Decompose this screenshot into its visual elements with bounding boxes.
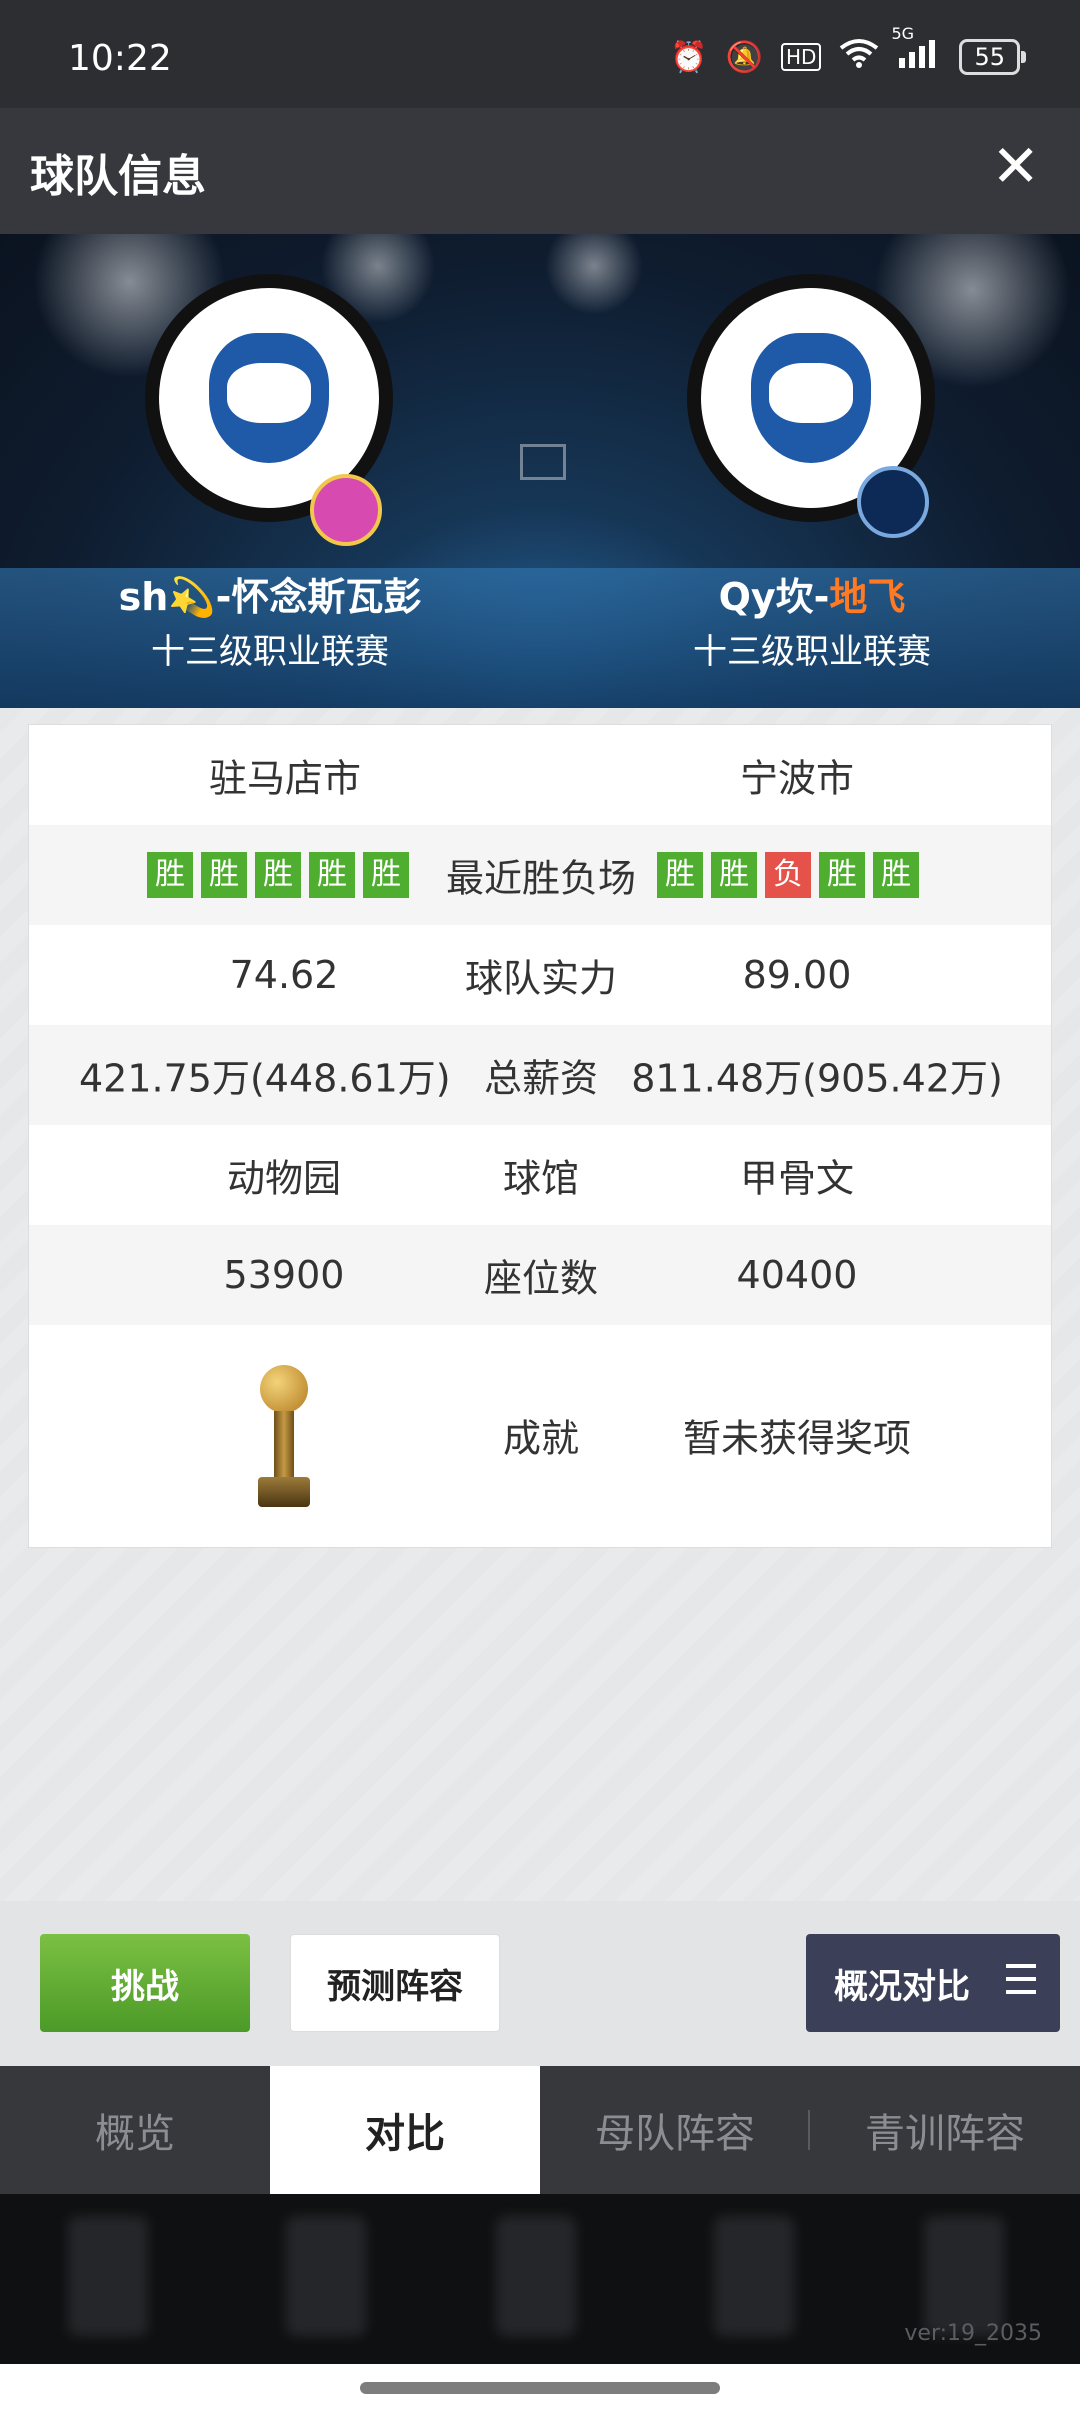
network-label: 5G [891, 24, 915, 43]
overview-compare-button[interactable]: 概况对比 [806, 1934, 1060, 2032]
away-salary: 811.48万(905.42万) [631, 1056, 1003, 1101]
salary-row: 421.75万(448.61万) 总薪资 811.48万(905.42万) [29, 1025, 1051, 1125]
away-team: Qy坎-地飞 十三级职业联赛 [612, 234, 1012, 708]
home-salary: 421.75万(448.61万) [79, 1056, 451, 1101]
result-badge: 胜 [873, 852, 919, 898]
result-badge: 胜 [201, 852, 247, 898]
signal-5g-icon: 5G [891, 24, 941, 76]
blurred-nav-item [496, 2216, 576, 2336]
away-strength: 89.00 [742, 953, 852, 997]
home-city: 驻马店市 [208, 756, 361, 801]
close-icon[interactable]: ✕ [991, 132, 1040, 200]
home-strength: 74.62 [229, 953, 339, 997]
away-team-league: 十三级职业联赛 [693, 632, 931, 672]
compare-panel: 驻马店市 宁波市 胜 胜 胜 胜 胜 最近胜负场 胜 胜 负 胜 胜 74.62… [0, 708, 1080, 1901]
away-achievement: 暂未获得奖项 [682, 1416, 911, 1461]
away-city: 宁波市 [739, 756, 854, 801]
blurred-nav-item [924, 2216, 1004, 2336]
tab-compare[interactable]: 对比 [270, 2066, 540, 2194]
home-team-league: 十三级职业联赛 [151, 632, 389, 672]
predict-lineup-button[interactable]: 预测阵容 [290, 1934, 500, 2032]
tiger-icon [209, 333, 329, 463]
dragon-icon [751, 333, 871, 463]
home-team-rank-badge-icon [310, 474, 382, 546]
away-arena: 甲骨文 [739, 1156, 854, 1201]
tab-overview[interactable]: 概览 [0, 2066, 270, 2194]
strength-row: 74.62 球队实力 89.00 [29, 925, 1051, 1025]
seats-row: 53900 座位数 40400 [29, 1225, 1051, 1325]
recent-results-label: 最近胜负场 [445, 856, 636, 901]
result-badge: 胜 [819, 852, 865, 898]
result-badge: 胜 [657, 852, 703, 898]
blurred-nav-item [68, 2216, 148, 2336]
mute-icon: 🔕 [725, 39, 763, 75]
away-seats: 40400 [736, 1253, 858, 1297]
result-badge: 胜 [309, 852, 355, 898]
team-banner: sh💫-怀念斯瓦彭 十三级职业联赛 Qy坎-地飞 十三级职业联赛 [0, 234, 1080, 708]
seats-label: 座位数 [483, 1256, 598, 1301]
achievement-row: 成就 暂未获得奖项 [29, 1325, 1051, 1545]
home-indicator[interactable] [360, 2382, 720, 2394]
result-badge: 胜 [711, 852, 757, 898]
result-badge: 胜 [255, 852, 301, 898]
blurred-nav-item [286, 2216, 366, 2336]
tab-youth-lineup[interactable]: 青训阵容 [810, 2066, 1080, 2194]
recent-results-row: 胜 胜 胜 胜 胜 最近胜负场 胜 胜 负 胜 胜 [29, 825, 1051, 925]
wifi-icon [839, 38, 879, 76]
gesture-bar[interactable] [0, 2364, 1080, 2412]
home-arena: 动物园 [226, 1156, 341, 1201]
away-team-name-text: Qy坎- [718, 575, 830, 619]
arena-label: 球馆 [502, 1156, 579, 1201]
result-badge: 胜 [363, 852, 409, 898]
away-team-name-highlight: 地飞 [829, 575, 906, 619]
strength-label: 球队实力 [464, 956, 617, 1001]
status-icons: ⏰ 🔕 HD 5G 55 [670, 24, 1026, 76]
overview-compare-label: 概况对比 [834, 1966, 970, 2007]
hd-icon: HD [781, 43, 822, 71]
city-row: 驻马店市 宁波市 [29, 725, 1051, 825]
away-team-rank-badge-icon [857, 466, 929, 538]
home-team: sh💫-怀念斯瓦彭 十三级职业联赛 [70, 234, 470, 708]
result-badge: 负 [765, 852, 811, 898]
header-bar: 球队信息 ✕ [0, 108, 1080, 234]
hoop-graphic [520, 444, 566, 480]
status-bar: 10:22 ⏰ 🔕 HD 5G 55 [0, 0, 1080, 108]
battery-icon: 55 [959, 39, 1026, 75]
alarm-icon: ⏰ [670, 39, 708, 75]
result-badge: 胜 [147, 852, 193, 898]
challenge-button[interactable]: 挑战 [40, 1934, 250, 2032]
trophy-icon [254, 1365, 314, 1510]
tab-bar: 概览 对比 母队阵容 青训阵容 [0, 2066, 1080, 2194]
page-title: 球队信息 [30, 151, 206, 202]
tab-parent-lineup[interactable]: 母队阵容 [540, 2066, 810, 2194]
version-label: ver:19_2035 [904, 2321, 1042, 2346]
blurred-nav-item [714, 2216, 794, 2336]
home-recent-results: 胜 胜 胜 胜 胜 [147, 852, 409, 898]
menu-icon [1006, 1964, 1036, 1998]
achievement-label: 成就 [502, 1416, 579, 1461]
away-team-name: Qy坎-地飞 [612, 566, 1012, 621]
bottom-nav-blurred: ver:19_2035 [0, 2194, 1080, 2364]
arena-row: 动物园 球馆 甲骨文 [29, 1125, 1051, 1225]
away-recent-results: 胜 胜 负 胜 胜 [657, 852, 919, 898]
home-seats: 53900 [223, 1253, 345, 1297]
salary-label: 总薪资 [483, 1056, 598, 1101]
home-team-name-text: sh💫-怀念斯瓦彭 [118, 575, 422, 619]
status-time: 10:22 [68, 38, 172, 79]
action-bar: 挑战 预测阵容 概况对比 [0, 1901, 1080, 2066]
home-team-name: sh💫-怀念斯瓦彭 [70, 566, 470, 621]
compare-table: 驻马店市 宁波市 胜 胜 胜 胜 胜 最近胜负场 胜 胜 负 胜 胜 74.62… [28, 724, 1052, 1548]
